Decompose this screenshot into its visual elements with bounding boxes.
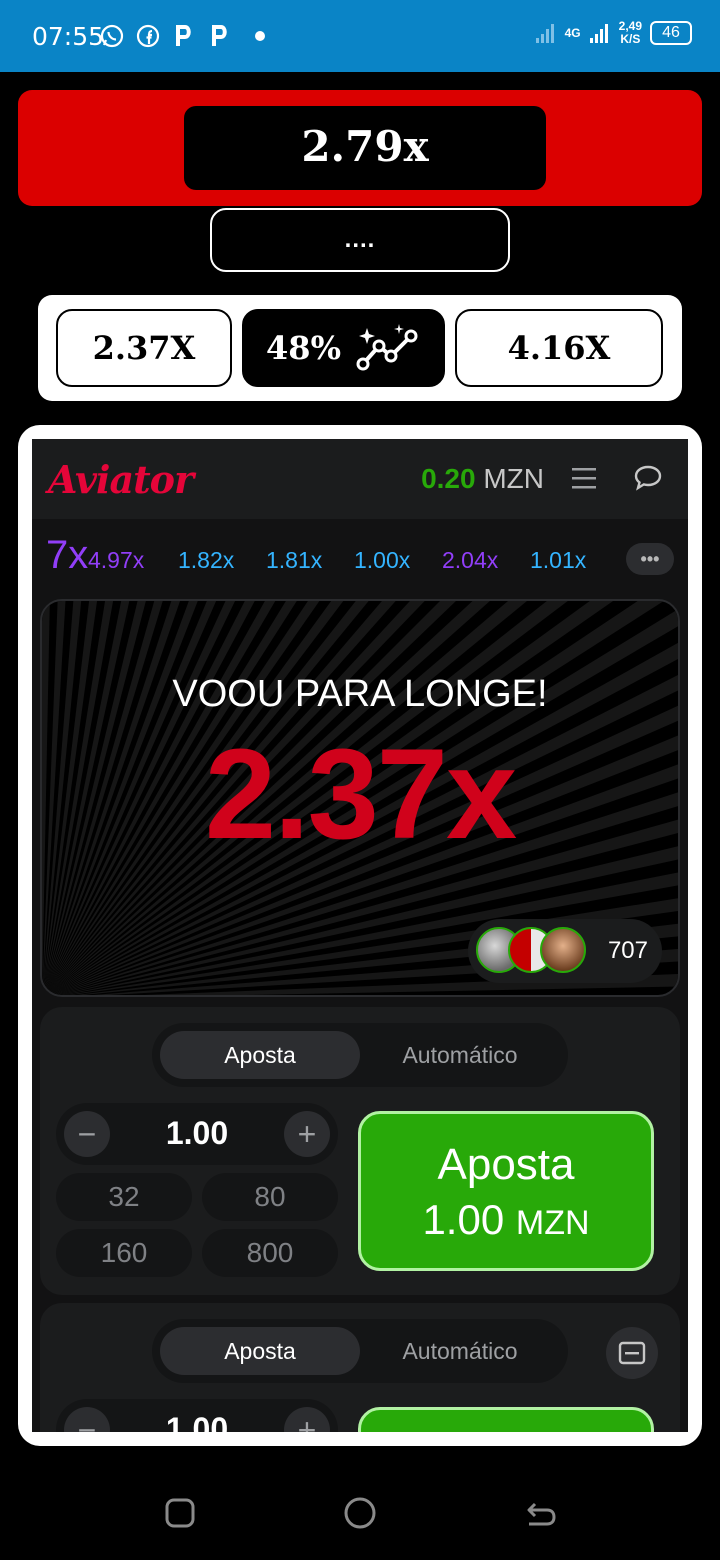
- system-nav-bar: [0, 1460, 720, 1560]
- stat-probability: 48%: [242, 309, 445, 387]
- bet-button-amount: 1.00 MZN: [422, 1196, 590, 1243]
- network-speed: 2,49 K/S: [618, 19, 642, 46]
- avatar: [540, 927, 586, 973]
- notification-dot-icon: [255, 31, 265, 41]
- bet-panel-1: Aposta Automático − 1.00 + 32 80 160 800…: [40, 1007, 680, 1295]
- bet-amount-stepper: − 1.00 +: [56, 1103, 338, 1165]
- history-item: 1.81x: [266, 547, 323, 573]
- battery-icon: 46: [650, 21, 692, 45]
- signal-icon: [589, 24, 608, 43]
- quick-amount-button[interactable]: 800: [202, 1229, 338, 1277]
- remove-bet-panel-button[interactable]: [606, 1327, 658, 1379]
- players-count: 707: [607, 937, 648, 964]
- round-message: VOOU PARA LONGE!: [172, 673, 548, 715]
- history-item: 1.82x: [178, 547, 235, 573]
- bet-panel-2: Aposta Automático − 1.00 +: [40, 1303, 680, 1432]
- stat-last-multiplier: 2.37X: [56, 309, 232, 387]
- place-bet-button[interactable]: Aposta 1.00 MZN: [358, 1111, 654, 1271]
- bet-mode-tabs: Aposta Automático: [152, 1319, 568, 1383]
- multiplier-history: 7x 4.97x 1.82x 1.81x 1.00x 2.04x 1.01x •…: [32, 533, 688, 585]
- predicted-multiplier: 2.79x: [301, 122, 429, 171]
- clock: 07:55: [32, 22, 105, 51]
- bet-button-title: Aposta: [437, 1140, 575, 1189]
- trend-sparkle-icon: [356, 324, 418, 371]
- tab-bet[interactable]: Aposta: [160, 1031, 360, 1079]
- recent-apps-icon[interactable]: [163, 1496, 197, 1530]
- stat-next-multiplier: 4.16X: [455, 309, 663, 387]
- tab-auto[interactable]: Automático: [360, 1327, 560, 1375]
- history-item-partial: 7x: [46, 533, 89, 577]
- predictor-stats: 2.37X 48% 4.16X: [38, 295, 682, 401]
- history-item: 4.97x: [88, 547, 145, 573]
- round-result: 2.37x: [204, 723, 517, 866]
- facebook-icon: [136, 24, 160, 48]
- whatsapp-icon: [100, 24, 124, 48]
- place-bet-button[interactable]: [358, 1407, 654, 1432]
- aviator-game: Aviator 0.20 MZN 7x 4.97x 1.82x 1.81x 1.…: [32, 439, 688, 1432]
- bet-mode-tabs: Aposta Automático: [152, 1023, 568, 1087]
- chat-icon[interactable]: [634, 465, 662, 491]
- p-app-icon: [172, 24, 196, 48]
- status-bar: 07:55 4G 2,49 K/S 46: [0, 0, 720, 72]
- game-header: Aviator 0.20 MZN: [32, 439, 688, 519]
- menu-dots-label: ....: [344, 226, 376, 253]
- predicted-multiplier-box: 2.79x: [184, 106, 546, 190]
- tab-bet[interactable]: Aposta: [160, 1327, 360, 1375]
- tab-auto[interactable]: Automático: [360, 1031, 560, 1079]
- aviator-logo: Aviator: [48, 457, 194, 502]
- history-more-button[interactable]: •••: [626, 543, 674, 575]
- home-icon[interactable]: [343, 1496, 377, 1530]
- balance: 0.20 MZN: [421, 463, 544, 494]
- menu-icon[interactable]: [572, 467, 596, 489]
- bet-amount-stepper: − 1.00 +: [56, 1399, 338, 1432]
- quick-amount-button[interactable]: 32: [56, 1173, 192, 1221]
- history-item: 2.04x: [442, 547, 499, 573]
- network-type: 4G: [564, 25, 581, 40]
- game-canvas: VOOU PARA LONGE! 2.37x 707: [40, 599, 680, 997]
- history-item: 1.01x: [530, 547, 587, 573]
- screen: { "status_bar": { "time": "07:55", "netw…: [0, 0, 720, 1560]
- players-online: 707: [468, 919, 662, 983]
- predictor-panel: 2.79x: [18, 90, 702, 206]
- history-item: 1.00x: [354, 547, 411, 573]
- p-app-icon: [208, 24, 232, 48]
- quick-amount-button[interactable]: 80: [202, 1173, 338, 1221]
- plus-button[interactable]: +: [284, 1111, 330, 1157]
- signal-icon: [535, 24, 554, 43]
- back-icon[interactable]: [523, 1496, 557, 1530]
- minus-box-icon: [618, 1341, 646, 1365]
- predictor-menu-button[interactable]: ....: [210, 208, 510, 272]
- status-indicators: 4G 2,49 K/S 46: [535, 20, 692, 46]
- quick-amount-button[interactable]: 160: [56, 1229, 192, 1277]
